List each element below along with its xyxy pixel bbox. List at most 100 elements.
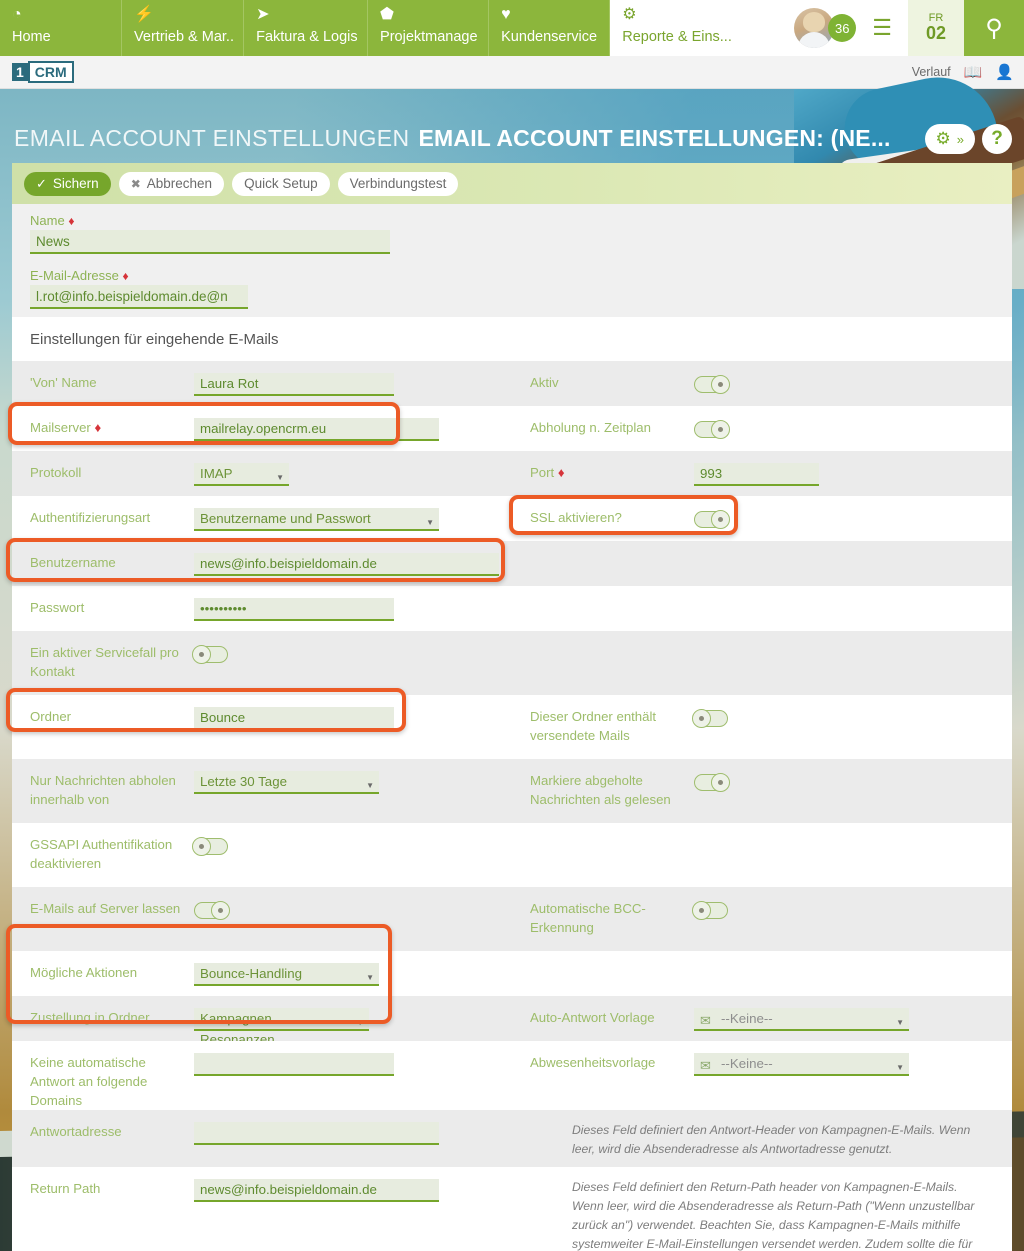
right-cell-empty: [512, 586, 1012, 631]
toggle-knob: [192, 645, 211, 664]
left-cell: 'Von' NameLaura Rot: [12, 361, 512, 406]
right-value: ✉--Keine--: [694, 1053, 1012, 1076]
right-cell-empty: [512, 541, 1012, 586]
left-field-input[interactable]: ••••••••••: [194, 598, 394, 621]
left-field-select[interactable]: Letzte 30 Tage: [194, 771, 379, 794]
notification-badge[interactable]: 36: [828, 14, 856, 42]
right-field-select[interactable]: ✉--Keine--: [694, 1008, 909, 1031]
left-cell: Ein aktiver Servicefall pro Kontakt: [12, 631, 512, 695]
right-field-toggle[interactable]: [694, 902, 728, 919]
left-value: [194, 899, 512, 919]
left-field-label: Passwort: [12, 598, 194, 617]
right-field-label: Automatische BCC-Erkennung: [512, 899, 694, 937]
save-label: Sichern: [53, 176, 99, 191]
nav-label-faktura: Faktura & Logis...: [256, 26, 357, 48]
nav-label-vertrieb: Vertrieb & Mar...: [134, 26, 233, 48]
table-row: AntwortadresseDieses Feld definiert den …: [12, 1110, 1012, 1167]
email-input[interactable]: l.rot@info.beispieldomain.de@n: [30, 285, 248, 309]
left-field-toggle[interactable]: [194, 902, 228, 919]
connection-test-button[interactable]: Verbindungstest: [338, 172, 459, 196]
right-value: [694, 771, 1012, 791]
right-field-select[interactable]: ✉--Keine--: [694, 1053, 909, 1076]
save-button[interactable]: ✓ Sichern: [24, 172, 111, 196]
required-marker: ♦: [68, 214, 74, 228]
table-row: Mailserver ♦mailrelay.opencrm.euAbholung…: [12, 406, 1012, 451]
right-field-toggle[interactable]: [694, 710, 728, 727]
left-field-select[interactable]: Kampagnen Resonanzen: [194, 1008, 369, 1031]
left-value: Laura Rot: [194, 373, 512, 396]
left-field-toggle[interactable]: [194, 838, 228, 855]
right-field-label: Auto-Antwort Vorlage: [512, 1008, 694, 1027]
left-field-select[interactable]: Bounce-Handling: [194, 963, 379, 986]
bookmark-icon[interactable]: 📖: [964, 63, 983, 81]
quick-setup-button[interactable]: Quick Setup: [232, 172, 330, 196]
logo-left: 1: [12, 63, 28, 81]
spacer: [12, 254, 1012, 268]
right-value: [694, 707, 1012, 727]
logo-right: CRM: [28, 61, 74, 83]
right-cell-empty: [512, 951, 1012, 996]
paper-plane-icon: ➤: [256, 6, 357, 26]
left-field-input[interactable]: news@info.beispieldomain.de: [194, 1179, 439, 1202]
page-title: EMAIL ACCOUNT EINSTELLUNGEN EMAIL ACCOUN…: [0, 119, 1024, 157]
left-value: mailrelay.opencrm.eu: [194, 418, 512, 441]
table-row: OrdnerBounceDieser Ordner enthält versen…: [12, 695, 1012, 759]
nav-item-kundenservice[interactable]: ♥ Kundenservice: [489, 0, 610, 56]
nav-label-home: Home: [12, 26, 111, 48]
left-cell: Passwort••••••••••: [12, 586, 512, 631]
table-row: Passwort••••••••••: [12, 586, 1012, 631]
right-cell: Aktiv: [512, 361, 1012, 406]
nav-item-vertrieb-marketing[interactable]: ⚡ Vertrieb & Mar...: [122, 0, 244, 56]
right-field-toggle[interactable]: [694, 511, 728, 528]
section-title: Einstellungen für eingehende E-Mails: [12, 317, 1012, 361]
left-field-input[interactable]: news@info.beispieldomain.de: [194, 553, 499, 576]
action-toolbar: ✓ Sichern ✖ Abbrechen Quick Setup Verbin…: [12, 163, 1012, 204]
left-cell: GSSAPI Authentifikation deaktivieren: [12, 823, 512, 887]
toggle-knob: [711, 375, 730, 394]
left-cell: Mögliche AktionenBounce-Handling: [12, 951, 512, 996]
app-logo[interactable]: 1CRM: [12, 62, 74, 83]
left-field-select[interactable]: Benutzername und Passwort: [194, 508, 439, 531]
left-field-input[interactable]: Laura Rot: [194, 373, 394, 396]
nav-item-reporte-einstellungen[interactable]: ⚙ Reporte & Eins...: [610, 0, 794, 56]
user-icon[interactable]: 👤: [995, 63, 1014, 81]
left-field-input[interactable]: [194, 1122, 439, 1145]
search-icon[interactable]: ⚲: [964, 0, 1024, 56]
nav-item-projektmanagement[interactable]: ⬟ Projektmanage...: [368, 0, 489, 56]
table-row: Ein aktiver Servicefall pro Kontakt: [12, 631, 1012, 695]
left-field-input[interactable]: mailrelay.opencrm.eu: [194, 418, 439, 441]
left-field-input[interactable]: [194, 1053, 394, 1076]
cancel-button[interactable]: ✖ Abbrechen: [119, 172, 224, 196]
name-input[interactable]: News: [30, 230, 390, 254]
settings-menu-button[interactable]: ⚙ »: [925, 124, 975, 154]
right-field-label: SSL aktivieren?: [512, 508, 694, 527]
field-hint: Dieses Feld definiert den Return-Path he…: [572, 1178, 1012, 1251]
nav-item-home[interactable]: ◔ Home: [0, 0, 122, 56]
left-value: [194, 1122, 572, 1145]
right-cell: Dieses Feld definiert den Return-Path he…: [572, 1167, 1012, 1251]
right-field-toggle[interactable]: [694, 421, 728, 438]
field-name-label-text: Name: [30, 213, 65, 228]
nav-item-faktura-logistik[interactable]: ➤ Faktura & Logis...: [244, 0, 368, 56]
top-fields-panel: Name ♦ News E-Mail-Adresse ♦ l.rot@info.…: [12, 204, 1012, 317]
page-title-actions: ⚙ » ?: [925, 124, 1012, 154]
right-cell-empty: [512, 823, 1012, 887]
hamburger-icon[interactable]: ☰: [866, 15, 898, 41]
help-button[interactable]: ?: [982, 124, 1012, 154]
right-cell: Automatische BCC-Erkennung: [512, 887, 1012, 951]
right-field-toggle[interactable]: [694, 376, 728, 393]
left-field-select[interactable]: IMAP: [194, 463, 289, 486]
right-field-toggle[interactable]: [694, 774, 728, 791]
toggle-knob: [692, 709, 711, 728]
left-field-label: E-Mails auf Server lassen: [12, 899, 194, 918]
right-cell: Dieses Feld definiert den Antwort-Header…: [572, 1110, 1012, 1159]
table-row: ProtokollIMAPPort ♦993: [12, 451, 1012, 496]
right-field-input[interactable]: 993: [694, 463, 819, 486]
left-field-input[interactable]: Bounce: [194, 707, 394, 730]
double-chevron-down-icon: »: [957, 132, 964, 147]
left-field-toggle[interactable]: [194, 646, 228, 663]
date-indicator[interactable]: FR 02: [908, 0, 964, 56]
right-cell: Markiere abgeholte Nachrichten als geles…: [512, 759, 1012, 823]
right-cell: Auto-Antwort Vorlage✉--Keine--: [512, 996, 1012, 1041]
left-cell: Benutzernamenews@info.beispieldomain.de: [12, 541, 512, 586]
